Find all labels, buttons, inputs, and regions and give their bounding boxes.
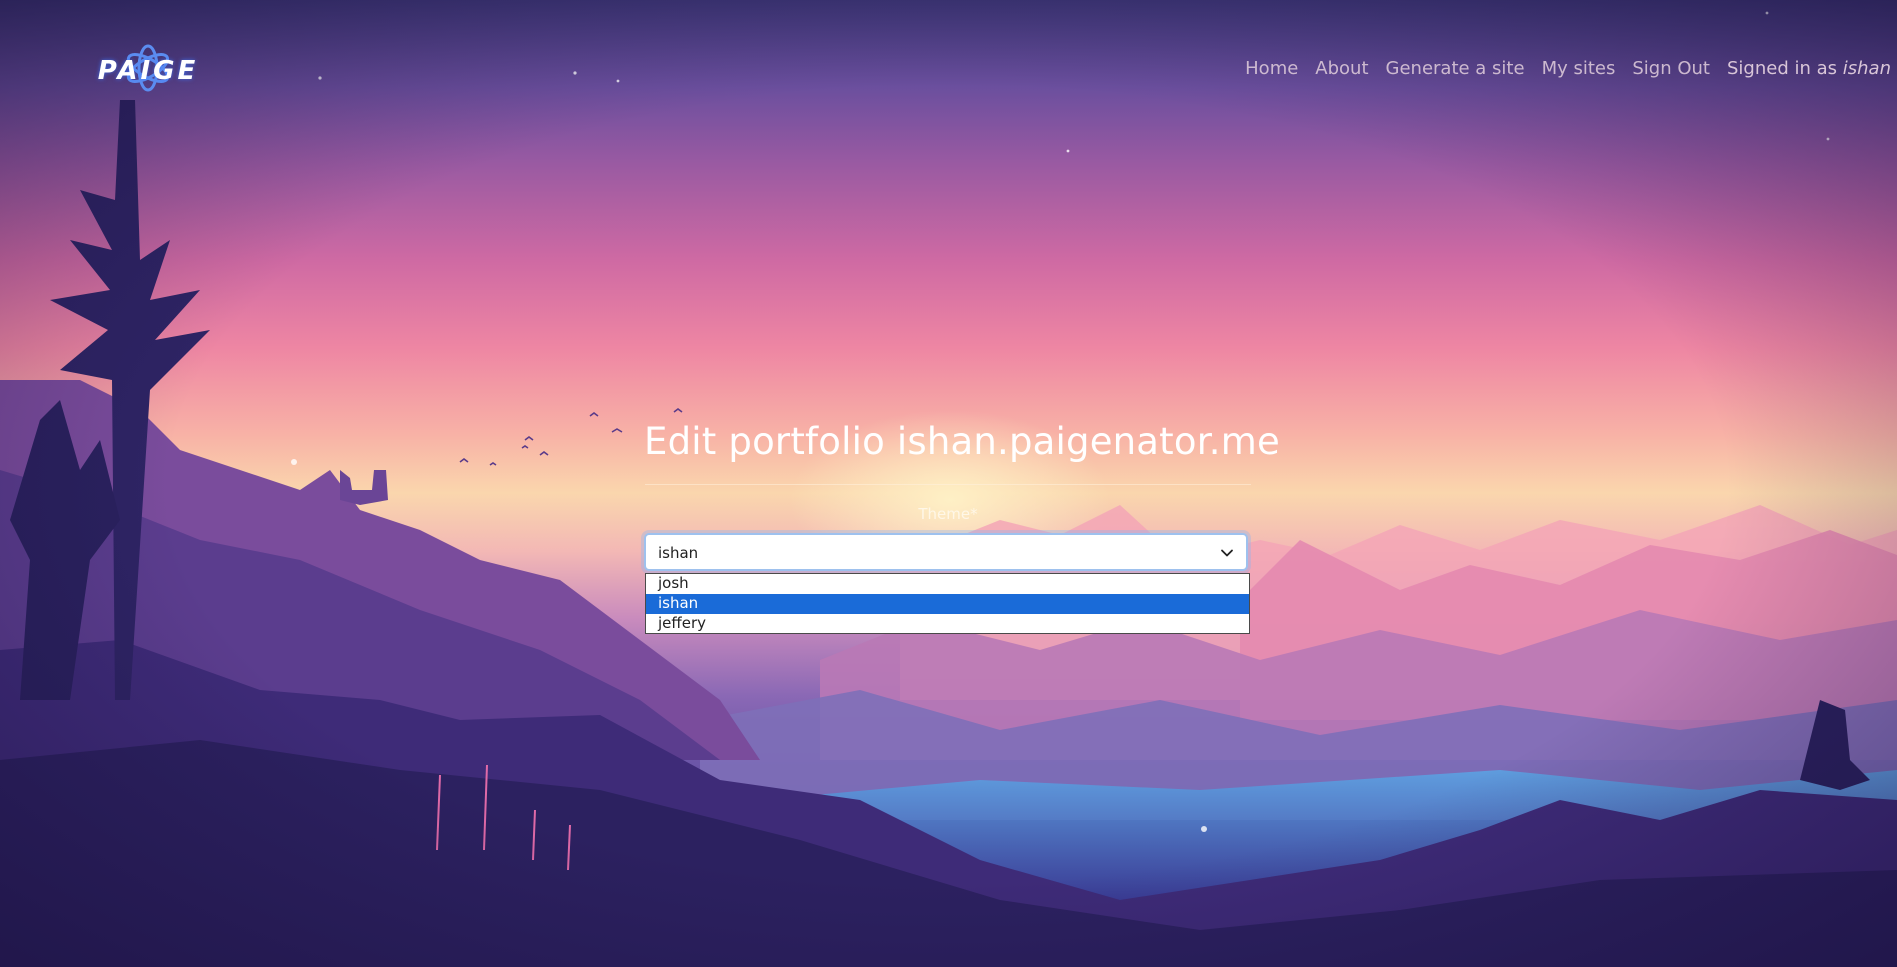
chevron-down-icon (1221, 549, 1233, 557)
page-title: Edit portfolio ishan.paigenator.me (644, 420, 1280, 463)
logo-text: PAIGE (97, 56, 199, 86)
signed-in-user: ishan (1842, 58, 1891, 79)
theme-option-josh[interactable]: josh (646, 574, 1249, 594)
signed-in-prefix: Signed in as (1727, 58, 1838, 79)
signed-in-indicator: Signed in as ishan (1727, 58, 1891, 79)
nav-my-sites[interactable]: My sites (1542, 58, 1616, 79)
main-nav: Home About Generate a site My sites Sign… (1245, 58, 1891, 79)
nav-home[interactable]: Home (1245, 58, 1298, 79)
nav-sign-out[interactable]: Sign Out (1632, 58, 1710, 79)
title-divider (645, 484, 1251, 485)
theme-option-ishan[interactable]: ishan (646, 594, 1249, 614)
theme-select[interactable]: ishan (644, 533, 1248, 571)
nav-generate-site[interactable]: Generate a site (1386, 58, 1525, 79)
theme-options-list: josh ishan jeffery (645, 573, 1250, 634)
theme-select-value: ishan (658, 544, 699, 562)
nav-about[interactable]: About (1315, 58, 1368, 79)
page-background: PAIGE Home About Generate a site My site… (0, 0, 1897, 967)
theme-label: Theme* (918, 505, 978, 523)
paige-logo[interactable]: PAIGE (86, 38, 210, 98)
theme-option-jeffery[interactable]: jeffery (646, 614, 1249, 634)
